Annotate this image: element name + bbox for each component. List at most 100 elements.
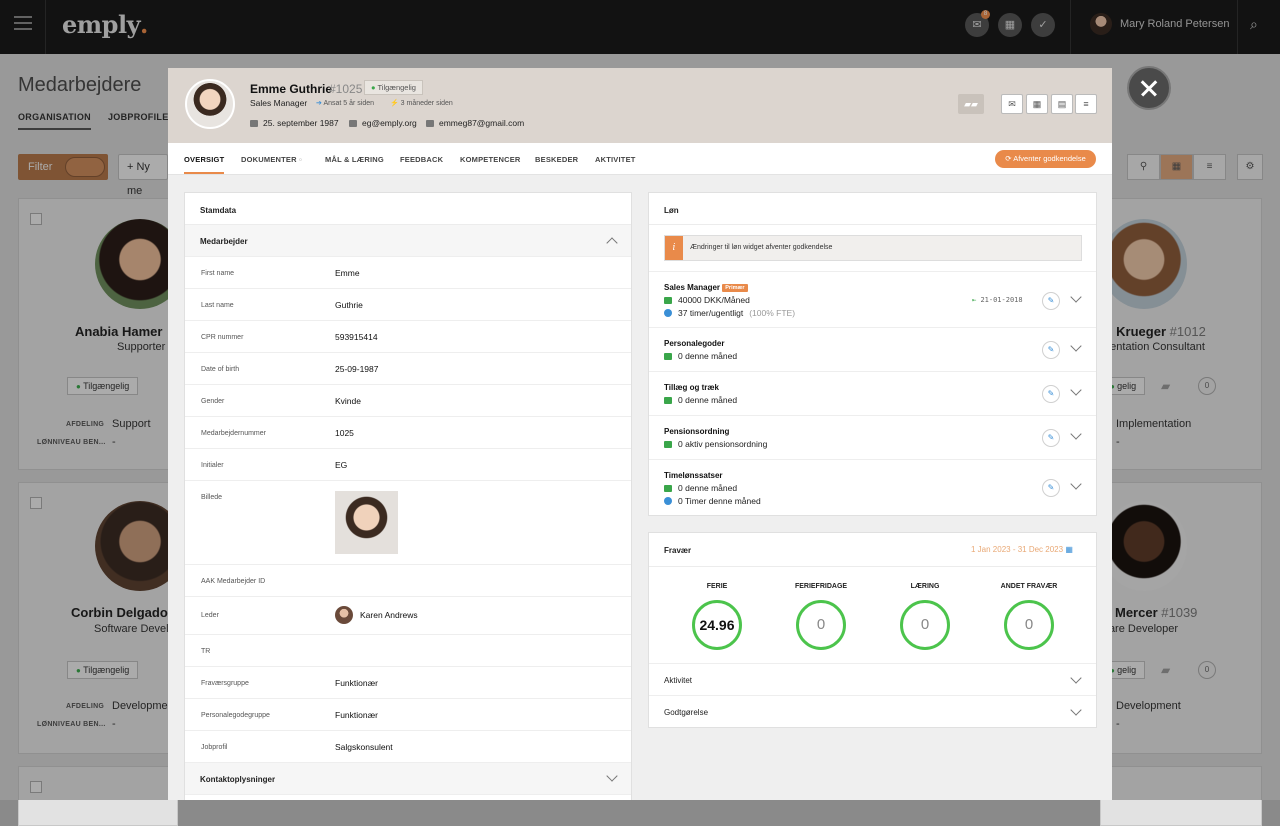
edit-icon[interactable]: ✎ — [1042, 341, 1060, 359]
field-value: Funktionær — [335, 710, 378, 720]
chevron-down-icon[interactable] — [1070, 384, 1082, 396]
check-icon[interactable]: ✓ — [1031, 13, 1055, 37]
stat-circle[interactable]: 0 — [796, 600, 846, 650]
leader-name[interactable]: Karen Andrews — [360, 610, 418, 620]
edit-icon[interactable]: ✎ — [1042, 385, 1060, 403]
mail-icon[interactable]: ✉ 8 — [965, 10, 990, 37]
new-employee-button[interactable]: + Ny me — [118, 154, 168, 197]
stat-circle[interactable]: 24.96 — [692, 600, 742, 650]
stat-circle[interactable]: 0 — [900, 600, 950, 650]
tab-oversigt[interactable]: OVERSIGT — [184, 155, 225, 174]
tab-feedback[interactable]: FEEDBACK — [400, 155, 443, 164]
stat-circle[interactable]: 0 — [1004, 600, 1054, 650]
edit-icon[interactable]: ✎ — [1042, 429, 1060, 447]
tab-beskeder[interactable]: BESKEDER — [535, 155, 578, 164]
employee-card[interactable] — [1100, 766, 1262, 826]
field-row: First name Emme — [185, 257, 631, 289]
employee-card[interactable] — [18, 766, 178, 826]
chevron-down-icon[interactable] — [1070, 291, 1082, 303]
leader-row: Leder Karen Andrews — [185, 597, 631, 635]
org-view-icon[interactable]: ⚲ — [1127, 154, 1160, 180]
money-icon — [664, 396, 672, 404]
logo[interactable]: emply. — [62, 10, 148, 39]
pending-approval-button[interactable]: ⟳ Afventer godkendelse — [995, 150, 1096, 168]
field-value: Kvinde — [335, 396, 361, 406]
select-checkbox[interactable] — [30, 213, 42, 225]
employee-card[interactable]: Mercer #1039 ware Developer gelig ▰ 0 De… — [1100, 482, 1262, 754]
calendar-button[interactable]: ▦ — [1026, 94, 1048, 114]
mail-button[interactable]: ✉ — [1001, 94, 1023, 114]
employee-card[interactable]: m Krueger #1012 mentation Consultant gel… — [1100, 198, 1262, 470]
chat-icon[interactable]: ▰ — [1161, 379, 1170, 393]
employee-name[interactable]: Mercer #1039 — [1115, 605, 1197, 620]
status-badge: Tilgængelig — [364, 80, 423, 95]
section-medarbejder[interactable]: Medarbejder — [185, 225, 631, 257]
settings-icon[interactable]: ⚙ — [1237, 154, 1263, 180]
employee-name[interactable]: Corbin Delgado — [71, 605, 168, 620]
search-icon[interactable]: ⌕ — [1250, 16, 1258, 33]
tab-dokumenter-label: DOKUMENTER — [241, 155, 297, 164]
field-value: 593915414 — [335, 332, 378, 342]
chevron-down-icon[interactable] — [1070, 672, 1082, 684]
salary-item-line: 0 aktiv pensionsordning — [664, 439, 767, 449]
select-checkbox[interactable] — [30, 497, 42, 509]
chevron-down-icon[interactable] — [606, 770, 618, 782]
chat-icon[interactable]: ▰▰ — [958, 94, 984, 114]
salary-item-line: 0 denne måned — [664, 395, 737, 405]
select-checkbox[interactable] — [30, 781, 42, 793]
employee-card[interactable]: Anabia Hamer Supporter Tilgængelig AFDEL… — [18, 198, 185, 470]
chevron-down-icon[interactable] — [1070, 704, 1082, 716]
employee-role: Software Develo — [94, 623, 175, 635]
chevron-down-icon[interactable] — [1070, 478, 1082, 490]
chat-icon[interactable]: ▰ — [1161, 663, 1170, 677]
field-row: Initialer EG — [185, 449, 631, 481]
field-label: Gender — [201, 398, 225, 405]
employee-photo[interactable] — [335, 491, 398, 554]
status-badge: Tilgængelig — [67, 661, 139, 679]
private-email-info[interactable]: emmeg87@gmail.com — [426, 118, 524, 128]
salary-item-title: Pensionsordning — [664, 427, 730, 436]
activity-label: Aktivitet — [664, 676, 693, 685]
salary-main-row: Sales Manager Primær 40000 DKK/Måned 37 … — [649, 271, 1096, 328]
document-icon: ▫ — [299, 155, 302, 164]
employee-profile-modal: Emme Guthrie #1025 Tilgængelig Sales Man… — [168, 68, 1112, 800]
tab-organisation[interactable]: ORGANISATION — [18, 112, 91, 130]
salary-value: - — [112, 718, 116, 730]
employee-name[interactable]: m Krueger #1012 — [1101, 324, 1206, 339]
user-menu[interactable]: Mary Roland Petersen — [1090, 13, 1229, 35]
field-row: Fraværsgruppe Funktionær — [185, 667, 631, 699]
edit-icon[interactable]: ✎ — [1042, 292, 1060, 310]
chevron-up-icon[interactable] — [606, 237, 618, 249]
tab-jobprofiler[interactable]: JOBPROFILER — [108, 112, 175, 122]
chevron-down-icon[interactable] — [1070, 340, 1082, 352]
tab-dokumenter[interactable]: DOKUMENTER ▫ — [241, 155, 302, 164]
stat-label: FERIEFRIDAGE — [794, 583, 848, 590]
absence-date-range[interactable]: 1 Jan 2023 - 31 Dec 2023 ▦ — [971, 545, 1073, 554]
top-bar: emply. ✉ 8 ▦ ✓ Mary Roland Petersen ⌕ — [0, 0, 1280, 54]
tab-aktivitet[interactable]: AKTIVITET — [595, 155, 636, 164]
status-badge: Tilgængelig — [67, 377, 139, 395]
calendar-icon[interactable]: ▦ — [998, 13, 1022, 37]
compensation-row[interactable]: Godtgørelse — [649, 696, 1096, 729]
document-button[interactable]: ▤ — [1051, 94, 1073, 114]
activity-row[interactable]: Aktivitet — [649, 663, 1096, 696]
work-email-info[interactable]: eg@emply.org — [349, 118, 417, 128]
section-kontaktoplysninger[interactable]: Kontaktoplysninger — [185, 763, 631, 795]
grid-view-icon[interactable]: ▦ — [1160, 154, 1193, 180]
field-value: 25-09-1987 — [335, 364, 379, 374]
birthday-text: 25. september 1987 — [263, 118, 339, 128]
employee-name[interactable]: Anabia Hamer — [75, 324, 162, 339]
edit-icon[interactable]: ✎ — [1042, 479, 1060, 497]
chevron-down-icon[interactable] — [1070, 428, 1082, 440]
close-icon[interactable] — [1127, 66, 1171, 110]
employee-card[interactable]: Corbin Delgado Software Develo Tilgængel… — [18, 482, 185, 754]
tab-maal-laering[interactable]: MÅL & LÆRING — [325, 155, 384, 164]
menu-icon[interactable] — [14, 16, 32, 30]
more-menu-button[interactable]: ≡ — [1075, 94, 1097, 114]
tab-kompetencer[interactable]: KOMPETENCER — [460, 155, 521, 164]
salary-item-text: 0 Timer denne måned — [678, 496, 761, 506]
clock-icon — [664, 309, 672, 317]
since-text: 3 måneder siden — [400, 100, 453, 107]
list-view-icon[interactable]: ≡ — [1193, 154, 1226, 180]
filter-toggle[interactable] — [65, 157, 105, 177]
